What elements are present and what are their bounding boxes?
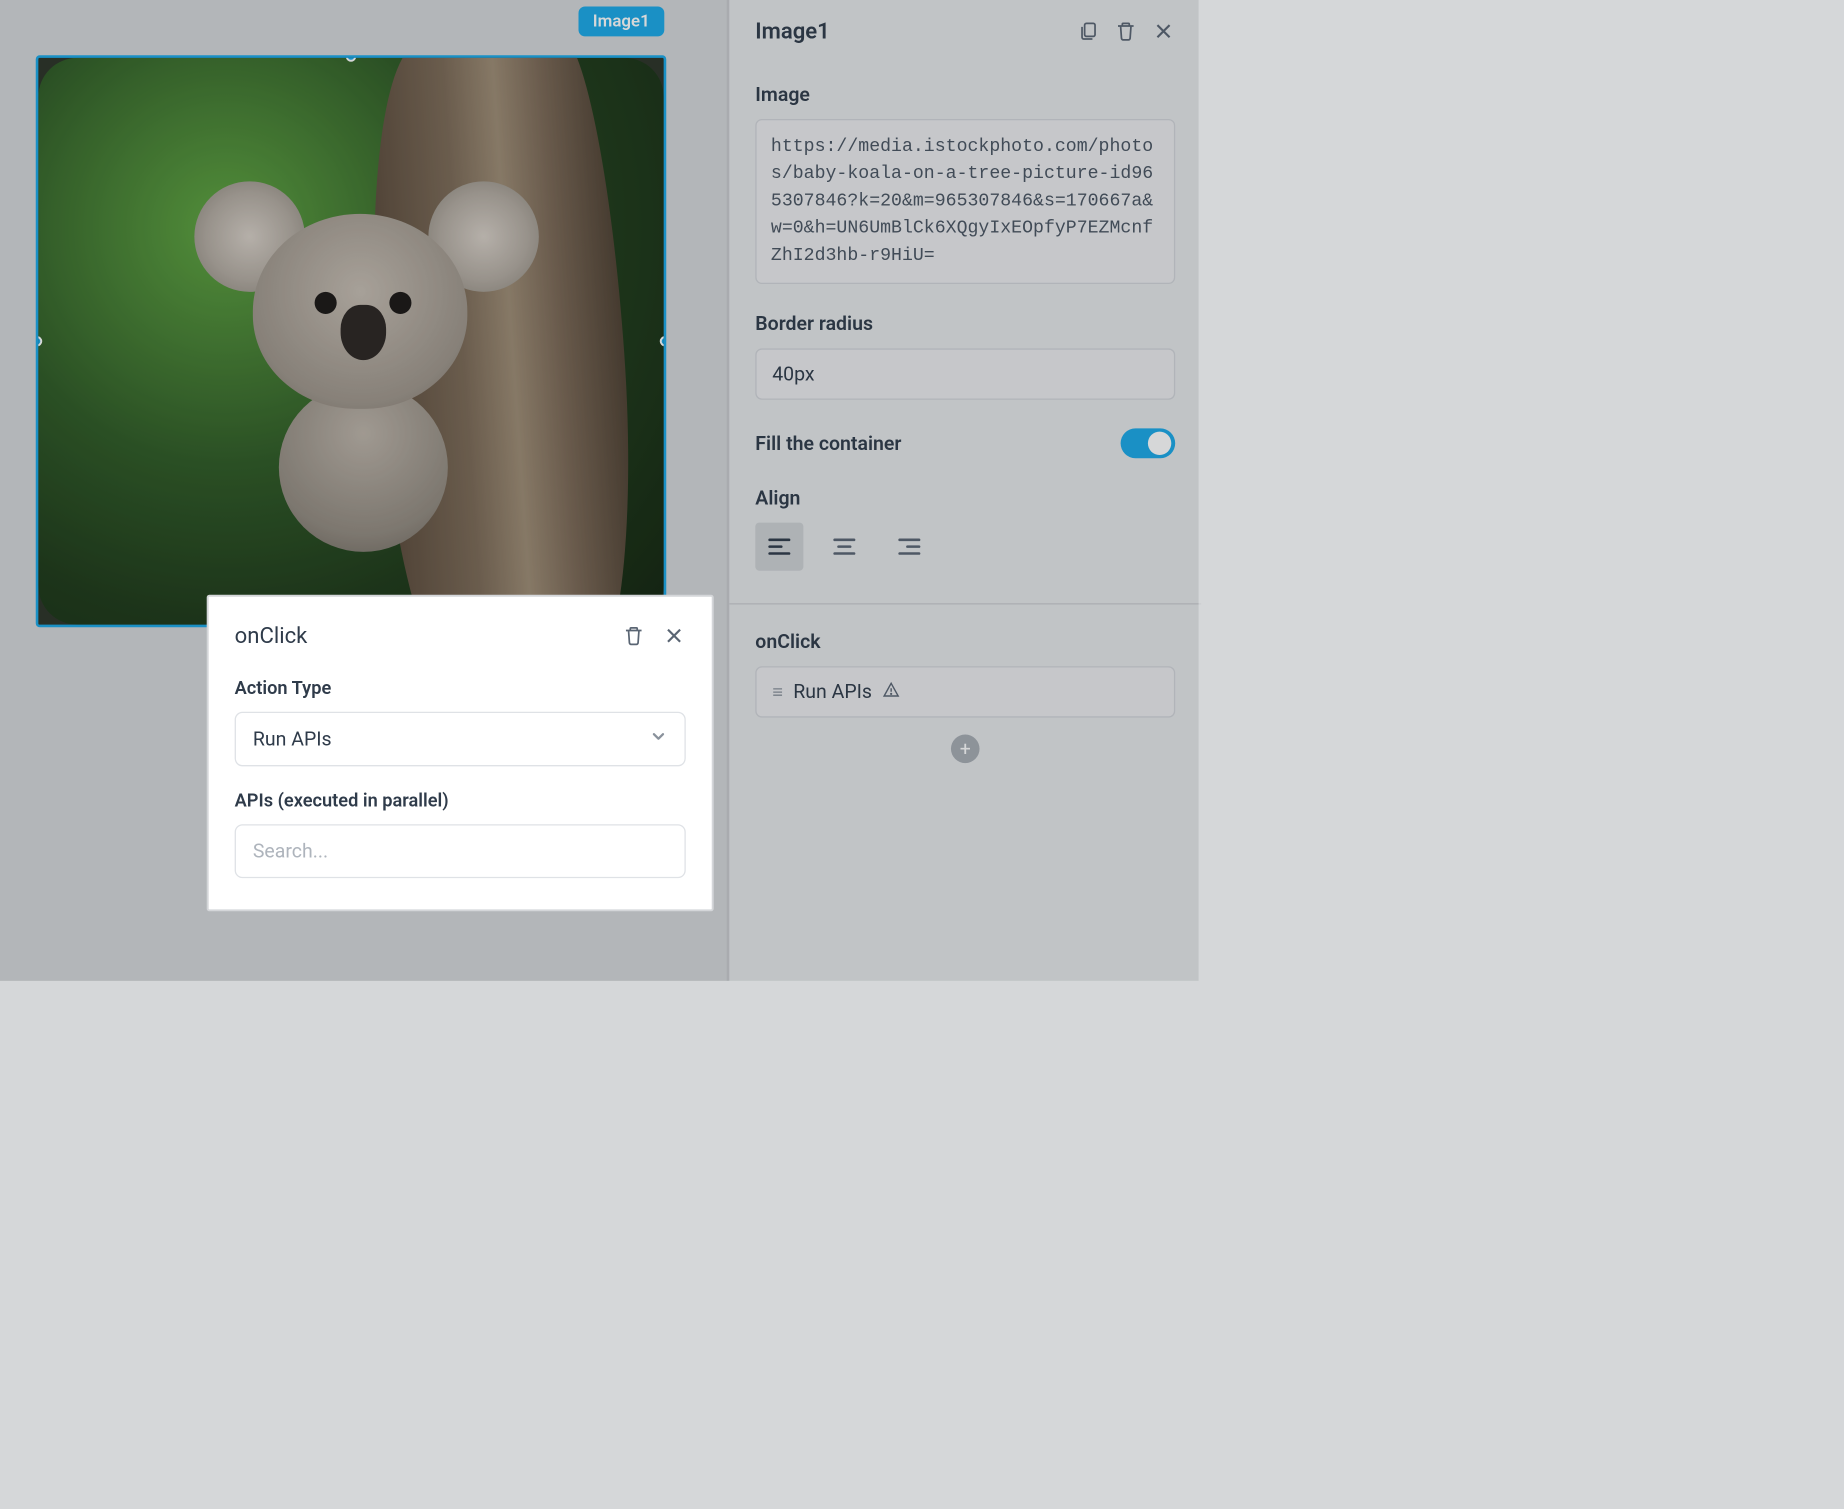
align-right-button[interactable] [885, 523, 933, 571]
image-widget-frame[interactable] [36, 55, 667, 627]
trash-icon[interactable] [1114, 20, 1137, 43]
onclick-section-label: onClick [755, 631, 1175, 654]
add-action-button[interactable]: + [951, 735, 980, 764]
onclick-action-text: Run APIs [793, 681, 872, 704]
image-prop-label: Image [755, 83, 1175, 106]
align-center-button[interactable] [820, 523, 868, 571]
fill-container-label: Fill the container [755, 432, 901, 455]
align-left-button[interactable] [755, 523, 803, 571]
drag-handle-icon[interactable]: ≡ [772, 681, 783, 702]
image-url-input[interactable]: https://media.istockphoto.com/photos/bab… [755, 119, 1175, 284]
panel-title: Image1 [755, 18, 830, 44]
image-widget-content [38, 58, 663, 625]
apis-label: APIs (executed in parallel) [235, 790, 686, 811]
selected-widget-badge: Image1 [579, 7, 665, 37]
border-radius-input[interactable]: 40px [755, 348, 1175, 399]
onclick-popup: onClick Action Type Run APIs APIs (execu… [207, 595, 714, 912]
border-radius-label: Border radius [755, 313, 1175, 336]
trash-icon[interactable] [622, 624, 645, 647]
chevron-down-icon [649, 727, 667, 750]
resize-handle-right[interactable] [660, 336, 667, 346]
action-type-label: Action Type [235, 677, 686, 698]
align-label: Align [755, 487, 1175, 510]
section-divider [729, 603, 1201, 604]
close-icon[interactable] [1152, 20, 1175, 43]
action-type-value: Run APIs [253, 728, 332, 751]
apis-search-input[interactable]: Search... [235, 824, 686, 878]
property-panel: Image1 Image https://media.istockphoto.c… [728, 0, 1199, 981]
warning-icon [882, 681, 899, 704]
action-type-select[interactable]: Run APIs [235, 712, 686, 767]
apis-search-placeholder: Search... [253, 840, 328, 863]
copy-icon[interactable] [1076, 20, 1099, 43]
popup-title: onClick [235, 623, 308, 649]
close-icon[interactable] [662, 624, 685, 647]
onclick-action-item[interactable]: ≡ Run APIs [755, 666, 1175, 717]
fill-container-toggle[interactable] [1121, 428, 1176, 458]
